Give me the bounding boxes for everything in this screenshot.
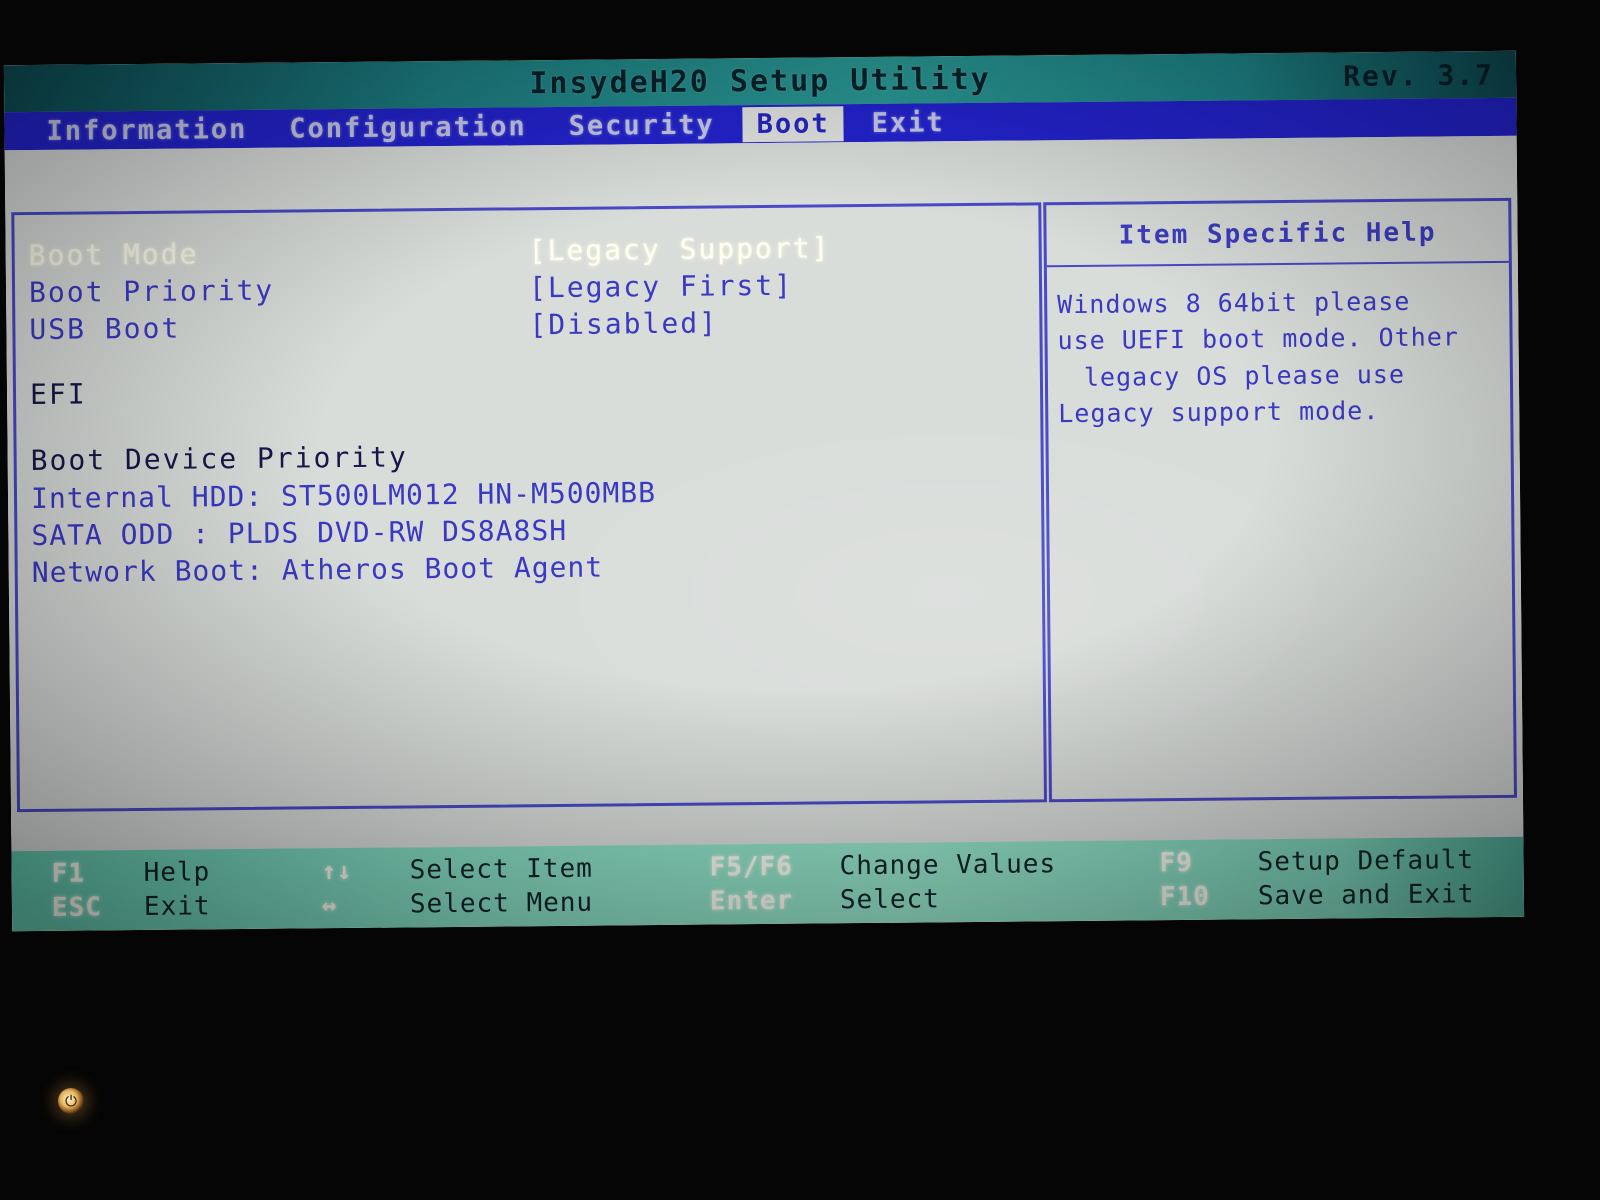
key-label-f9: F9 (1159, 847, 1194, 879)
tab-security[interactable]: Security (554, 107, 728, 144)
tab-configuration[interactable]: Configuration (275, 109, 541, 147)
help-line-2: use UEFI boot mode. Other (1057, 322, 1459, 356)
bios-screen: InsydeH20 Setup Utility Rev. 3.7 Informa… (3, 50, 1525, 932)
setting-label-boot-mode: Boot Mode (28, 237, 199, 273)
key-label-enter: Enter (709, 885, 794, 917)
key-hint-esc[interactable]: ESC Exit (52, 890, 322, 923)
tab-information[interactable]: Information (32, 111, 261, 148)
key-desc-select-menu: Select Menu (409, 887, 594, 920)
tab-exit[interactable]: Exit (858, 105, 959, 141)
key-desc-exit: Exit (143, 891, 211, 922)
setting-value-usb-boot[interactable]: [Disabled] (529, 306, 718, 341)
key-desc-save-and-exit: Save and Exit (1257, 879, 1475, 912)
setting-label-usb-boot: USB Boot (29, 311, 181, 347)
photo-of-laptop-screen: InsydeH20 Setup Utility Rev. 3.7 Informa… (0, 0, 1600, 1200)
key-desc-change-values: Change Values (839, 849, 1057, 882)
key-hint-enter[interactable]: Enter Select (710, 882, 1160, 916)
key-desc-help: Help (143, 857, 211, 888)
item-specific-help-panel: Item Specific Help Windows 8 64bit pleas… (1043, 197, 1517, 803)
help-panel-body: Windows 8 64bit please use UEFI boot mod… (1047, 263, 1511, 432)
help-line-1: Windows 8 64bit please (1057, 286, 1411, 320)
settings-list: Boot Mode [Legacy Support] Boot Priority… (14, 205, 1042, 593)
key-hint-leftright[interactable]: ↔ Select Menu (322, 887, 710, 921)
key-hint-updown[interactable]: ↑↓ Select Item (321, 853, 709, 887)
help-line-3: legacy OS please use (1083, 359, 1406, 392)
setting-label-boot-priority: Boot Priority (28, 273, 275, 310)
key-label-esc: ESC (51, 892, 103, 923)
tab-boot[interactable]: Boot (742, 105, 844, 142)
key-label-f10: F10 (1159, 881, 1211, 913)
setting-value-boot-mode[interactable]: [Legacy Support] (529, 231, 831, 267)
help-panel-title: Item Specific Help (1118, 217, 1437, 251)
key-hint-f9[interactable]: F9 Setup Default (1159, 844, 1524, 878)
key-desc-select: Select (839, 884, 940, 916)
page-title: InsydeH20 Setup Utility (529, 61, 991, 102)
settings-panel: Boot Mode [Legacy Support] Boot Priority… (11, 202, 1048, 813)
key-desc-select-item: Select Item (409, 853, 593, 886)
key-hint-f5f6[interactable]: F5/F6 Change Values (709, 848, 1159, 882)
key-hint-f10[interactable]: F10 Save and Exit (1160, 878, 1524, 912)
key-label-f1: F1 (51, 858, 86, 889)
arrow-up-down-icon: ↑↓ (321, 856, 353, 886)
key-desc-setup-default: Setup Default (1257, 845, 1475, 878)
power-led-icon: ⏻ (58, 1088, 84, 1114)
key-hint-f1[interactable]: F1 Help (51, 856, 321, 889)
arrow-left-right-icon: ↔ (321, 891, 338, 920)
setting-value-boot-priority[interactable]: [Legacy First] (529, 269, 793, 305)
function-key-bar: F1 Help ↑↓ Select Item F5/F6 Change Valu… (11, 836, 1525, 932)
help-line-4: Legacy support mode. (1058, 395, 1380, 428)
key-label-f5-f6: F5/F6 (709, 851, 794, 883)
revision-label: Rev. 3.7 (1343, 57, 1495, 93)
body-area: Boot Mode [Legacy Support] Boot Priority… (4, 135, 1524, 839)
